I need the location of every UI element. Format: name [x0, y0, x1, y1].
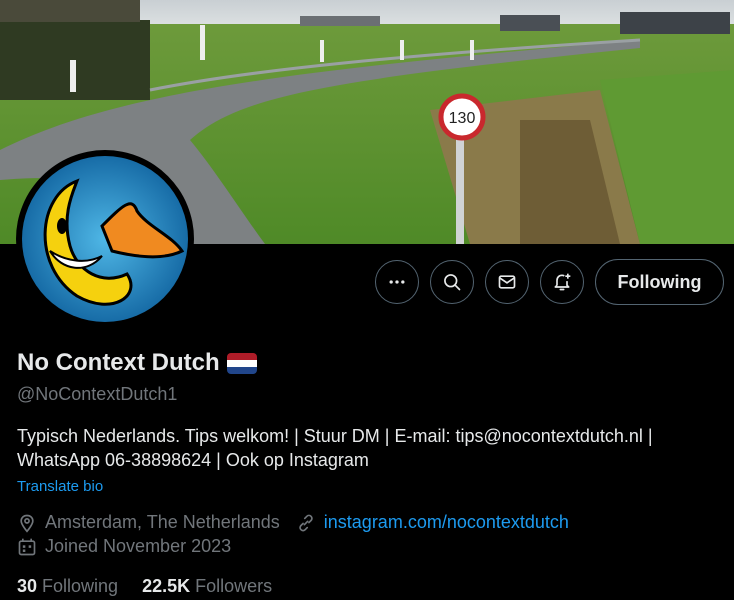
search-button[interactable]	[430, 260, 474, 304]
bio-text: Typisch Nederlands. Tips welkom! | Stuur…	[17, 426, 653, 470]
message-button[interactable]	[485, 260, 529, 304]
netherlands-flag-icon	[226, 352, 257, 374]
profile-meta-location-website: Amsterdam, The Netherlands instagram.com…	[17, 512, 569, 533]
follow-stats: 30 Following 22.5K Followers	[17, 576, 296, 597]
translate-bio-link[interactable]: Translate bio	[17, 478, 103, 495]
followers-count: 22.5K	[142, 576, 191, 596]
profile-actions: Following	[375, 259, 724, 305]
followers-stat[interactable]: 22.5K Followers	[142, 576, 272, 597]
speed-sign-text: 130	[449, 110, 476, 127]
following-stat[interactable]: 30 Following	[17, 576, 118, 597]
search-icon	[444, 274, 461, 291]
following-count: 30	[17, 576, 38, 596]
website-link[interactable]: instagram.com/nocontextdutch	[324, 512, 569, 533]
location-pin-icon	[20, 514, 34, 533]
profile-meta-joined: Joined November 2023	[17, 536, 231, 557]
bell-plus-icon	[554, 273, 571, 291]
notifications-button[interactable]	[540, 260, 584, 304]
user-handle: @NoContextDutch1	[17, 384, 178, 404]
display-name: No Context Dutch	[17, 349, 220, 376]
following-button[interactable]: Following	[595, 259, 724, 305]
envelope-icon	[498, 275, 516, 289]
avatar-image	[22, 156, 188, 322]
avatar[interactable]	[16, 150, 194, 328]
display-name-row: No Context Dutch	[17, 349, 257, 377]
location-text: Amsterdam, The Netherlands	[45, 512, 280, 532]
link-icon	[299, 514, 313, 531]
followers-label: Followers	[195, 576, 273, 596]
calendar-icon	[18, 538, 36, 555]
following-label: Following	[42, 576, 119, 596]
more-button[interactable]	[375, 260, 419, 304]
more-icon	[389, 280, 405, 284]
joined-date: Joined November 2023	[45, 536, 232, 556]
